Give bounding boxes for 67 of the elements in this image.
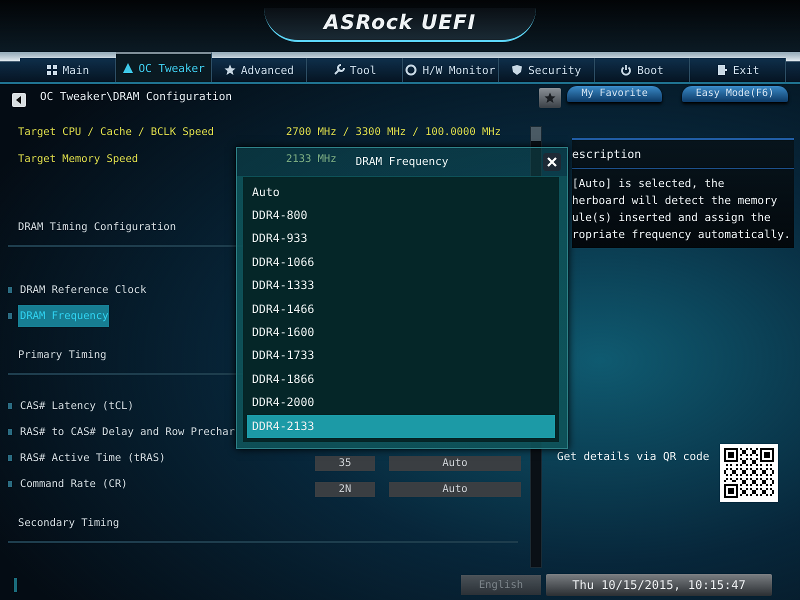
info-value: 2133 MHz: [286, 152, 337, 164]
setting-item[interactable]: Command Rate (CR): [18, 473, 228, 495]
setting-item[interactable]: RAS# to CAS# Delay and Row Prechar: [18, 421, 235, 443]
frequency-option[interactable]: DDR4-1333: [247, 274, 555, 298]
value-field[interactable]: 2N: [315, 482, 375, 497]
menu-tab[interactable]: Exit: [690, 58, 786, 82]
tab-label: Advanced: [240, 64, 294, 76]
star-icon: [224, 64, 236, 76]
info-label: Target Memory Speed: [17, 152, 140, 164]
setting-item[interactable]: RAS# Active Time (tRAS): [18, 447, 228, 469]
description-text: [Auto] is selected, the: [572, 176, 726, 192]
option-dropdown[interactable]: Auto: [389, 456, 521, 471]
tab-label: OC Tweaker: [138, 62, 205, 74]
back-arrow-icon: [15, 96, 23, 104]
info-label: Target CPU / Cache / BCLK Speed: [17, 126, 215, 138]
star-icon: [544, 92, 556, 104]
tab-label: Boot: [637, 64, 664, 76]
menu-tab[interactable]: Tool: [307, 58, 403, 82]
favorite-star-button[interactable]: [539, 88, 562, 108]
option-dropdown[interactable]: Auto: [389, 482, 521, 497]
brand-logo: ASRock UEFI: [264, 8, 536, 42]
value-field[interactable]: 35: [315, 456, 375, 471]
tab-label: H/W Monitor: [422, 64, 496, 76]
frequency-option[interactable]: DDR4-1466: [247, 298, 555, 322]
status-indicator: [14, 578, 17, 592]
ring-icon: [405, 64, 418, 76]
bullet-icon: [8, 313, 12, 319]
tab-label: Security: [528, 64, 582, 76]
panel-title: escription: [572, 140, 794, 169]
bullet-icon: [8, 455, 12, 461]
triangle-icon: [122, 62, 134, 74]
frequency-option[interactable]: DDR4-2000: [247, 391, 555, 415]
menu-tab[interactable]: Main: [20, 58, 116, 82]
menu-tab[interactable]: Boot: [594, 58, 690, 82]
close-icon: [547, 157, 557, 167]
wrench-icon: [332, 64, 345, 76]
section-heading: Secondary Timing: [8, 497, 518, 543]
breadcrumb-path: OC Tweaker\DRAM Configuration: [40, 90, 234, 103]
qr-caption: Get details via QR code: [557, 450, 710, 463]
dialog-title: DRAM Frequency: [356, 154, 448, 168]
menu-tab[interactable]: OC Tweaker: [116, 52, 212, 82]
bullet-icon: [8, 287, 12, 293]
description-text: ropriate frequency automatically.: [572, 227, 792, 243]
menu-tab[interactable]: H/W Monitor: [403, 58, 499, 82]
setting-item[interactable]: DRAM Reference Clock: [18, 279, 146, 301]
date-time-display: Thu 10/15/2015, 10:15:47: [546, 574, 772, 596]
frequency-option[interactable]: DDR4-1066: [247, 250, 555, 274]
description-text: herboard will detect the memory: [572, 193, 778, 209]
close-button[interactable]: [543, 153, 561, 171]
tab-label: Main: [62, 64, 90, 76]
tab-label: Tool: [350, 64, 376, 76]
tab-label: Exit: [732, 64, 760, 76]
bullet-icon: [8, 481, 12, 487]
info-value: 2700 MHz / 3300 MHz / 100.0000 MHz: [286, 126, 501, 138]
bullet-icon: [8, 403, 12, 409]
easy-mode-button[interactable]: Easy Mode(F6): [682, 86, 788, 102]
back-button[interactable]: [12, 93, 26, 107]
menu-tab[interactable]: Advanced: [212, 58, 308, 82]
power-icon: [620, 64, 632, 76]
shield-icon: [511, 64, 524, 76]
bullet-icon: [8, 429, 12, 435]
grid-icon: [46, 64, 58, 76]
setting-item[interactable]: CAS# Latency (tCL): [18, 395, 134, 417]
door-icon: [716, 64, 728, 76]
my-favorite-button[interactable]: My Favorite: [567, 86, 662, 102]
menu-tab[interactable]: Security: [498, 58, 594, 82]
description-text: ule(s) inserted and assign the: [572, 210, 772, 226]
